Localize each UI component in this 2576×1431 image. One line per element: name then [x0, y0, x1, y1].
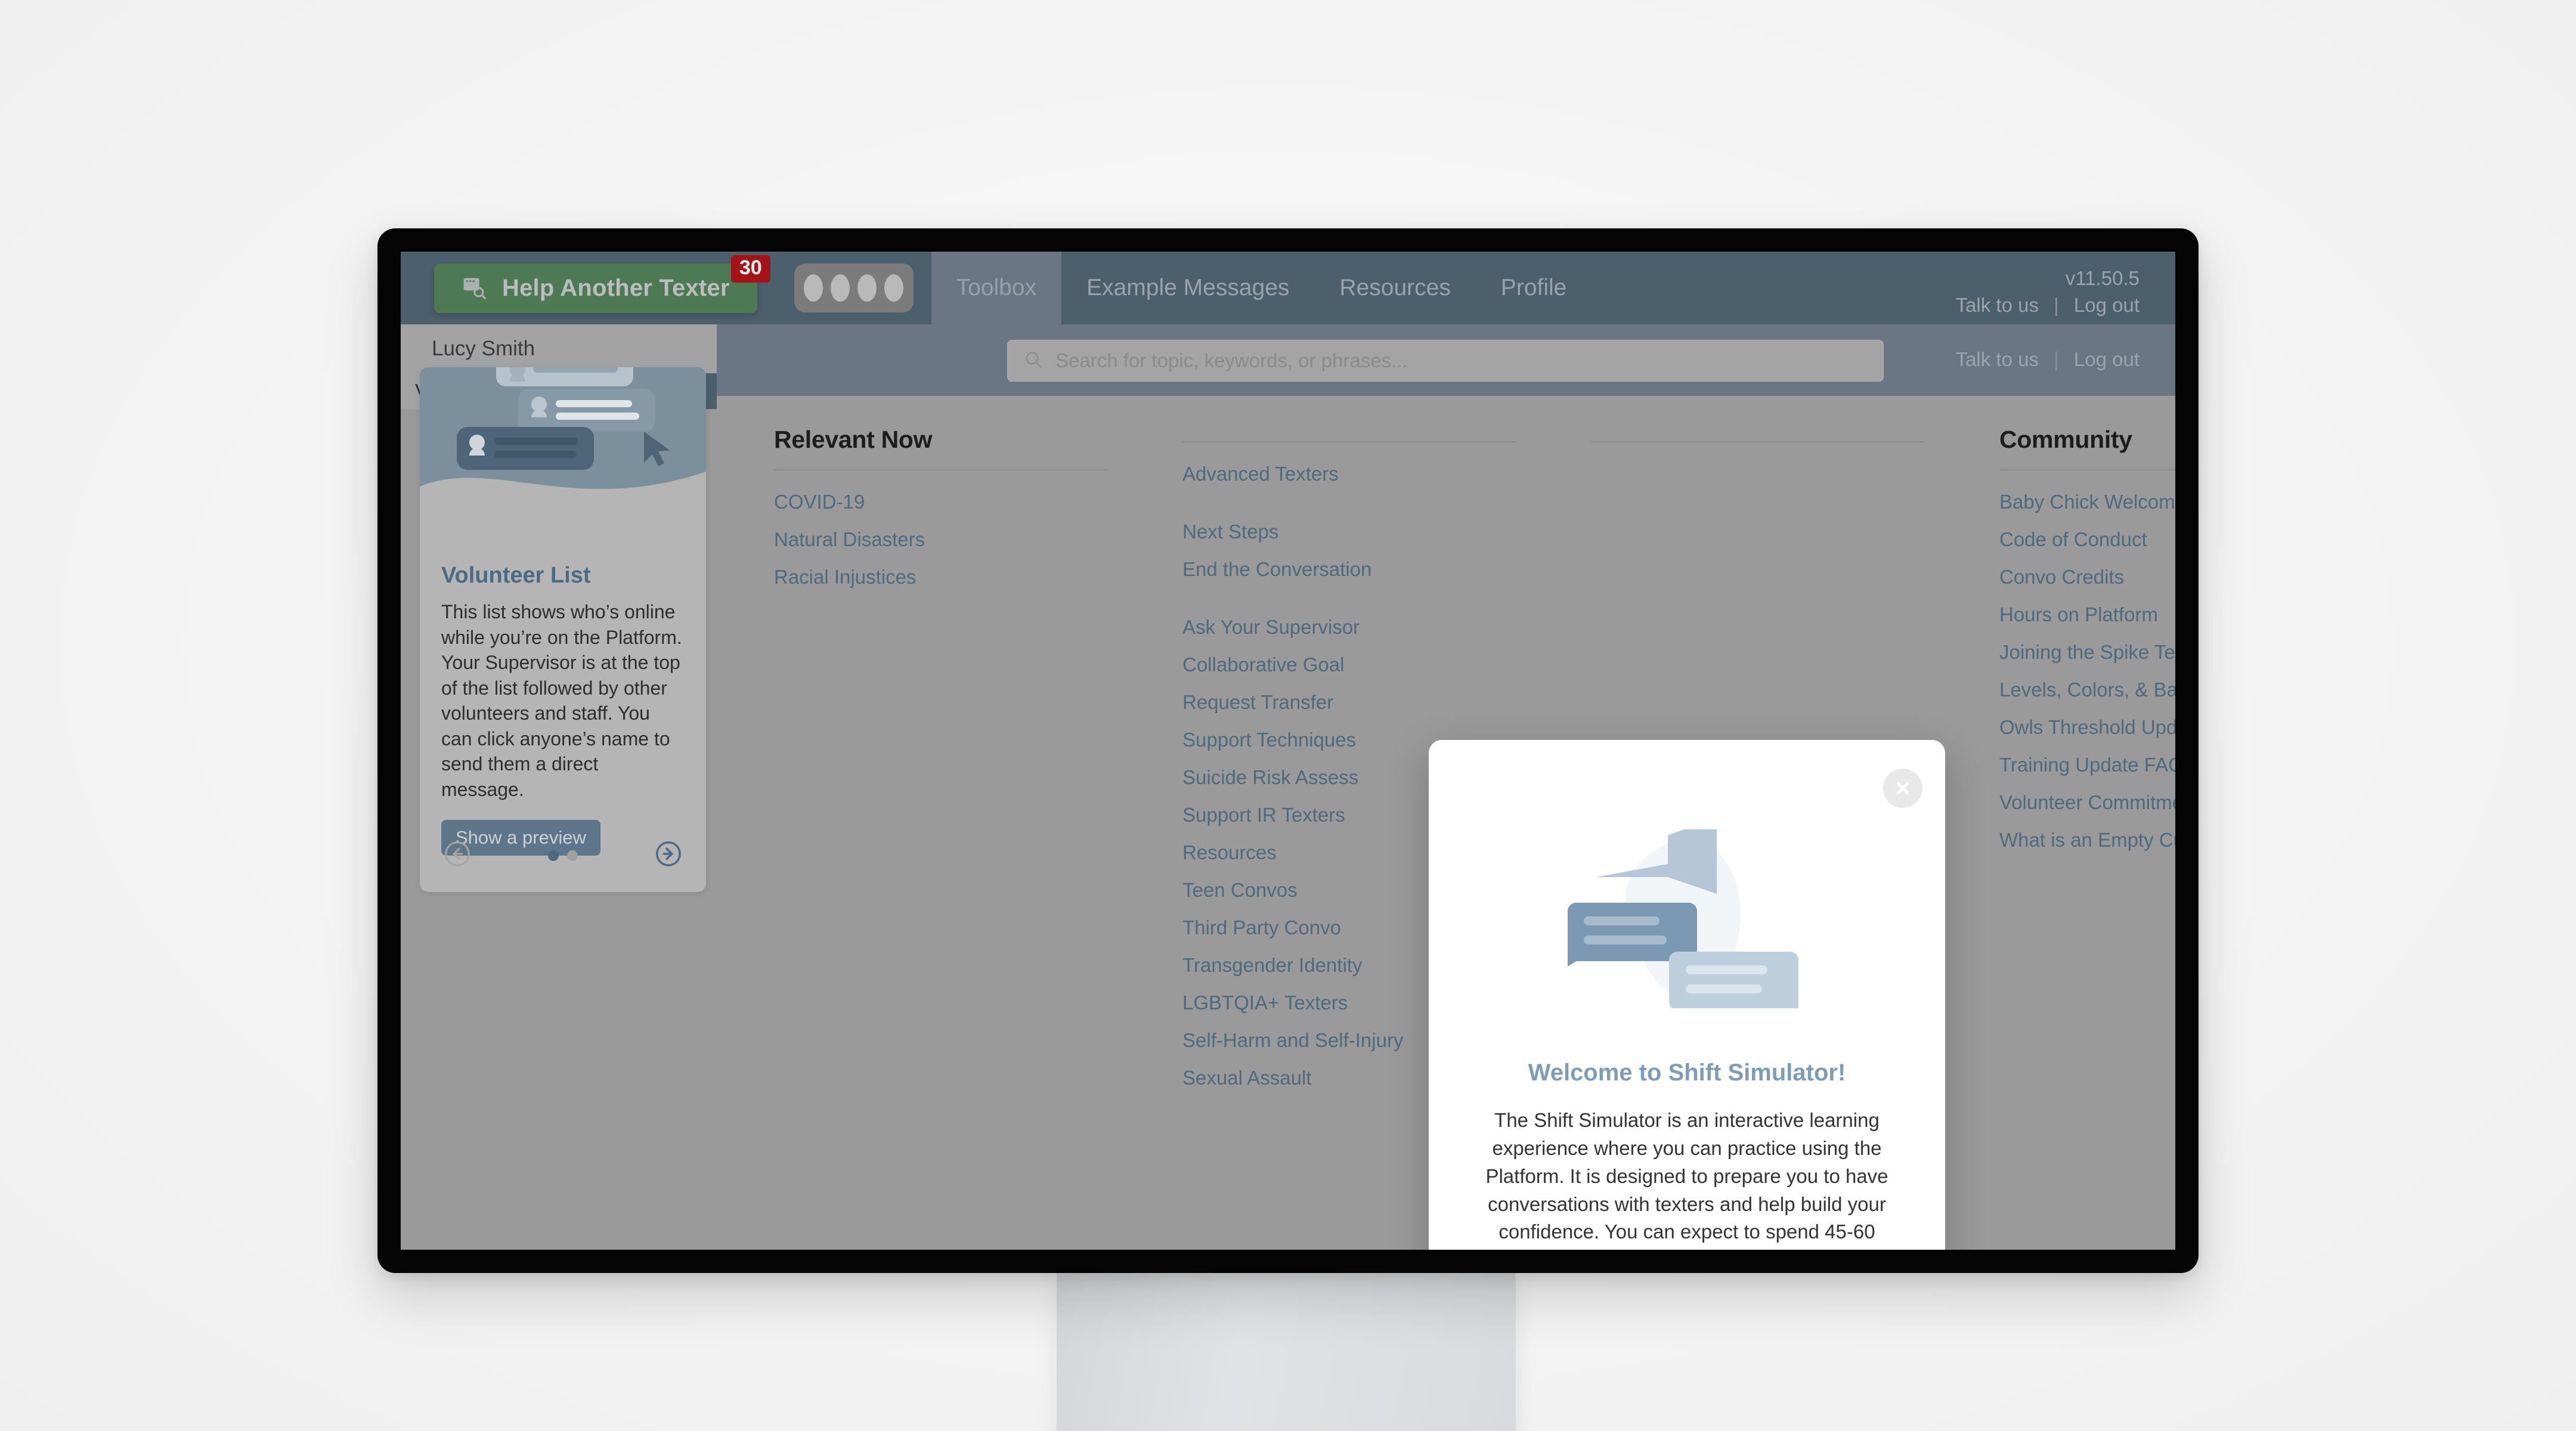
link-training-update-faq[interactable]: Training Update FAQ	[1999, 754, 2175, 776]
topbar-right-cluster: v11.50.5 Talk to us | Log out	[1956, 266, 2140, 317]
help-another-texter-wrapper: Help Another Texter 30	[434, 255, 770, 313]
top-navigation-bar: Help Another Texter 30 Toolbox Example M…	[401, 252, 2175, 324]
link-levels-colors-badges[interactable]: Levels, Colors, & Badges	[1999, 679, 2175, 701]
nav-label-toolbox: Toolbox	[956, 275, 1037, 301]
welcome-modal: Welcome to Shift Simulator! The Shift Si…	[1429, 740, 1945, 1250]
message-search-icon	[462, 275, 487, 302]
searchbar-log-out-link[interactable]: Log out	[2074, 348, 2140, 370]
topbar-talk-to-us-link[interactable]: Talk to us	[1956, 294, 2039, 316]
searchbar-right-links: Talk to us | Log out	[1956, 348, 2140, 371]
help-another-texter-button[interactable]: Help Another Texter	[434, 263, 757, 313]
modal-title: Welcome to Shift Simulator!	[1528, 1060, 1846, 1086]
monitor-stand	[1057, 1271, 1516, 1431]
link-code-of-conduct[interactable]: Code of Conduct	[1999, 528, 2175, 551]
nav-label-profile: Profile	[1500, 275, 1567, 301]
four-dots-icon[interactable]	[794, 264, 914, 312]
dot-2	[831, 274, 850, 302]
desk-scene: Help Another Texter 30 Toolbox Example M…	[0, 0, 2576, 1431]
link-volunteer-commitment[interactable]: Volunteer Commitment	[1999, 791, 2175, 814]
nav-item-example-messages[interactable]: Example Messages	[1061, 252, 1314, 324]
searchbar-link-separator: |	[2054, 348, 2059, 370]
topbar-link-separator: |	[2054, 294, 2059, 317]
link-owls-threshold-update-faq[interactable]: Owls Threshold Update FAQ	[1999, 716, 2175, 739]
group-gap	[1182, 596, 1516, 616]
search-icon	[1023, 349, 1044, 373]
chat-bubbles-illustration	[420, 367, 706, 546]
left-sidebar: Lucy Smith Volunteers Chat	[401, 324, 717, 1250]
column-relevant-now: Relevant Now COVID-19 Natural Disasters …	[774, 426, 1108, 1108]
nav-label-example-messages: Example Messages	[1086, 275, 1290, 301]
app-version: v11.50.5	[2065, 267, 2140, 289]
arrow-right-circle-icon[interactable]	[655, 840, 682, 871]
link-what-is-an-empty-cup[interactable]: What is an Empty Cup?	[1999, 829, 2175, 851]
link-next-steps[interactable]: Next Steps	[1182, 521, 1516, 543]
column-heading-relevant-now: Relevant Now	[774, 426, 933, 453]
column-community: Community Baby Chick Welcome Kit Code of…	[1999, 426, 2175, 1108]
link-racial-injustices[interactable]: Racial Injustices	[774, 566, 1108, 588]
link-baby-chick-welcome-kit[interactable]: Baby Chick Welcome Kit	[1999, 491, 2175, 513]
chat-bubbles-illustration	[1562, 817, 1812, 1015]
link-joining-the-spike-team[interactable]: Joining the Spike Team	[1999, 641, 2175, 664]
nav-label-resources: Resources	[1339, 275, 1451, 301]
nav-item-toolbox[interactable]: Toolbox	[931, 252, 1062, 324]
close-icon[interactable]	[1883, 769, 1922, 808]
search-placeholder: Search for topic, keywords, or phrases..…	[1055, 349, 1408, 371]
monitor-screen: Help Another Texter 30 Toolbox Example M…	[401, 252, 2175, 1250]
link-end-the-conversation[interactable]: End the Conversation	[1182, 558, 1516, 581]
column-heading-community: Community	[1999, 426, 2132, 453]
link-ask-your-supervisor[interactable]: Ask Your Supervisor	[1182, 616, 1516, 639]
group-gap	[1182, 500, 1516, 521]
arrow-left-circle-icon[interactable]	[444, 840, 471, 871]
link-convo-credits[interactable]: Convo Credits	[1999, 566, 2175, 588]
link-request-transfer[interactable]: Request Transfer	[1182, 691, 1516, 714]
column-rule	[774, 469, 1108, 470]
topbar-links: Talk to us | Log out	[1956, 294, 2140, 317]
pager-dot-2[interactable]	[567, 850, 578, 861]
volunteer-card-title: Volunteer List	[441, 563, 591, 588]
dot-3	[857, 274, 877, 302]
volunteer-card-footer	[420, 840, 706, 871]
nav-item-profile[interactable]: Profile	[1476, 252, 1592, 324]
monitor-frame: Help Another Texter 30 Toolbox Example M…	[377, 228, 2199, 1273]
column-rule	[1182, 441, 1516, 442]
link-advanced-texters[interactable]: Advanced Texters	[1182, 463, 1516, 485]
unread-count-badge: 30	[730, 255, 770, 283]
modal-body-text: The Shift Simulator is an interactive le…	[1485, 1109, 1888, 1250]
column-rule	[1591, 441, 1925, 442]
pager-dot-1[interactable]	[548, 850, 559, 861]
dot-4	[884, 274, 904, 302]
dot-1	[804, 274, 823, 302]
current-user-name: Lucy Smith	[401, 324, 717, 373]
volunteer-list-card: Volunteer List This list shows who’s onl…	[420, 367, 706, 892]
link-collaborative-goal[interactable]: Collaborative Goal	[1182, 653, 1516, 676]
link-hours-on-platform[interactable]: Hours on Platform	[1999, 603, 2175, 626]
link-covid-19[interactable]: COVID-19	[774, 491, 1108, 513]
topbar-log-out-link[interactable]: Log out	[2074, 294, 2140, 316]
search-input[interactable]: Search for topic, keywords, or phrases..…	[1007, 340, 1884, 382]
app-window: Help Another Texter 30 Toolbox Example M…	[401, 252, 2175, 1250]
user-name-label: Lucy Smith	[432, 337, 535, 360]
help-another-texter-label: Help Another Texter	[502, 274, 730, 301]
search-bar: Search for topic, keywords, or phrases..…	[717, 324, 2175, 396]
volunteer-card-text: This list shows who’s online while you’r…	[441, 601, 682, 800]
link-natural-disasters[interactable]: Natural Disasters	[774, 528, 1108, 551]
nav-item-resources[interactable]: Resources	[1314, 252, 1475, 324]
primary-nav: Toolbox Example Messages Resources Profi…	[931, 252, 1592, 324]
volunteer-card-body: Volunteer List This list shows who’s onl…	[420, 546, 706, 856]
volunteer-card-pager	[548, 850, 578, 861]
column-rule	[1999, 469, 2175, 470]
searchbar-talk-to-us-link[interactable]: Talk to us	[1956, 348, 2039, 370]
